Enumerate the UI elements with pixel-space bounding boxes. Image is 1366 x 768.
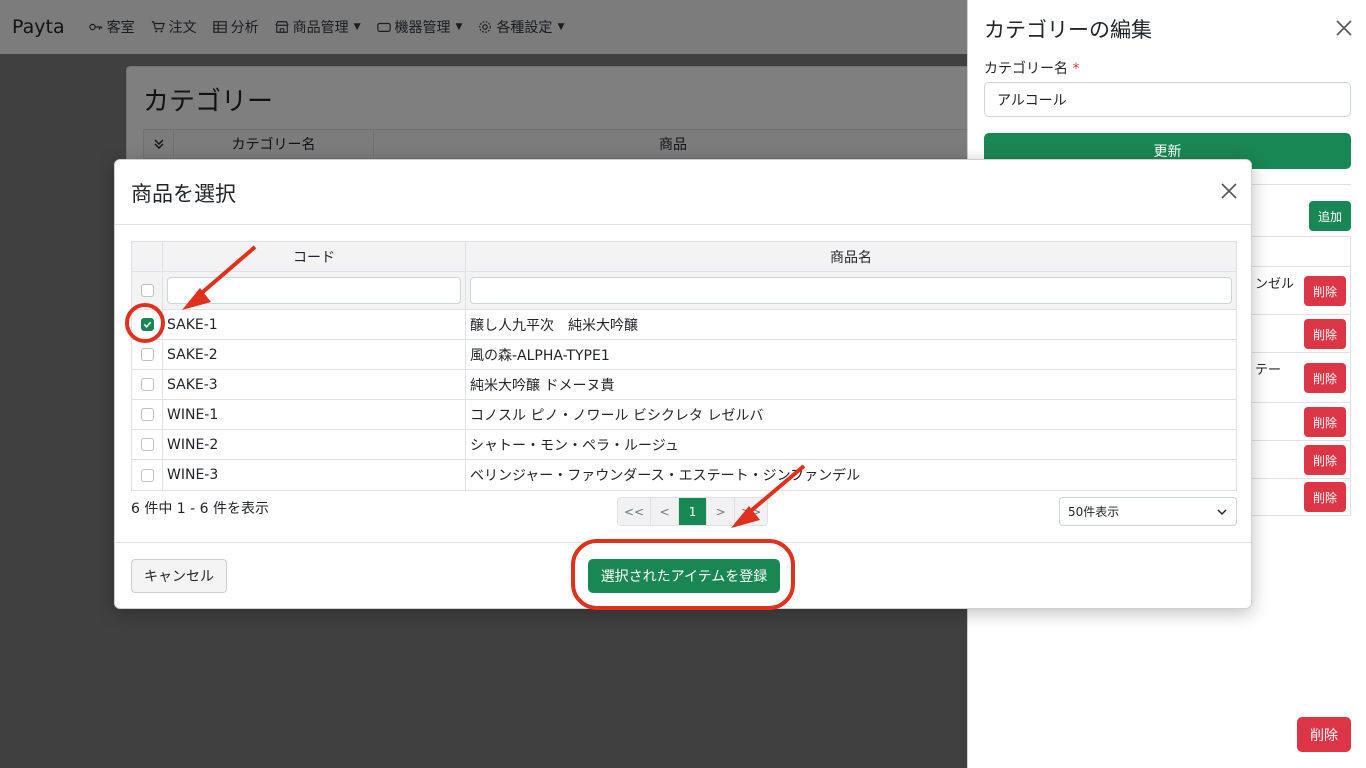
product-name: ンゼル (1255, 277, 1295, 292)
register-selected-button[interactable]: 選択されたアイテムを登録 (588, 559, 780, 593)
table-row[interactable]: WINE-1 コノスル ピノ・ノワール ビシクレタ レゼルバ (132, 400, 1236, 430)
product-code: SAKE-3 (163, 370, 466, 399)
divider (115, 542, 1251, 543)
table-row[interactable]: SAKE-2 風の森-ALPHA-TYPE1 (132, 340, 1236, 370)
row-checkbox[interactable] (140, 348, 154, 361)
results-summary: 6 件中 1 - 6 件を表示 (131, 501, 270, 517)
close-icon[interactable] (1334, 18, 1354, 38)
select-all-checkbox[interactable] (140, 284, 154, 297)
delete-button[interactable]: 削除 (1304, 407, 1346, 437)
table-row[interactable]: WINE-2 シャトー・モン・ペラ・ルージュ (132, 430, 1236, 460)
column-product-name[interactable]: 商品名 (466, 242, 1236, 271)
column-code[interactable]: コード (163, 242, 466, 271)
next-page-button[interactable]: > (707, 498, 736, 525)
filter-row (132, 272, 1236, 310)
product-code: SAKE-1 (163, 310, 466, 339)
row-checkbox[interactable] (140, 378, 154, 391)
row-checkbox[interactable] (140, 438, 154, 451)
prev-page-button[interactable]: < (651, 498, 680, 525)
delete-button[interactable]: 削除 (1304, 363, 1346, 393)
chevron-down-icon (1217, 508, 1227, 515)
category-name-input[interactable]: アルコール (984, 82, 1351, 117)
category-name-label: カテゴリー名 * (984, 58, 1079, 78)
row-checkbox[interactable] (140, 468, 154, 482)
product-name: 純米大吟醸 ドメーヌ貴 (470, 377, 615, 394)
table-row[interactable]: SAKE-3 純米大吟醸 ドメーヌ貴 (132, 370, 1236, 400)
product-code: WINE-1 (163, 400, 466, 429)
code-filter-input[interactable] (167, 277, 461, 304)
product-name: テー (1255, 363, 1282, 378)
page-size-value: 50件表示 (1068, 505, 1120, 519)
table-header: コード 商品名 (132, 242, 1236, 272)
last-page-button[interactable]: >> (735, 498, 768, 525)
product-code: WINE-3 (163, 460, 466, 490)
page-size-select[interactable]: 50件表示 (1059, 497, 1237, 526)
table-row[interactable]: SAKE-1 醸し人九平次 純米大吟醸 (132, 310, 1236, 340)
product-name: ベリンジャー・ファウンダース・エステート・ジンファンデル (470, 468, 861, 484)
products-table: コード 商品名 SAKE-1 醸し人九平次 純米大吟醸 SAKE-2 風の森-A… (131, 241, 1237, 491)
name-filter-input[interactable] (470, 277, 1232, 304)
pagination: << < 1 > >> (617, 497, 769, 526)
row-checkbox[interactable] (140, 408, 154, 421)
first-page-button[interactable]: << (618, 498, 652, 525)
product-code: SAKE-2 (163, 340, 466, 369)
add-product-button[interactable]: 追加 (1309, 201, 1351, 231)
checkmark-icon (143, 321, 151, 328)
panel-title: カテゴリーの編集 (984, 18, 1152, 42)
modal-title: 商品を選択 (131, 182, 236, 206)
select-products-modal: 商品を選択 コード 商品名 SAKE-1 醸し人九平次 純米大吟醸 SAKE-2… (114, 159, 1252, 609)
delete-category-button[interactable]: 削除 (1297, 717, 1351, 752)
row-checkbox-checked[interactable] (140, 318, 154, 331)
divider (115, 224, 1251, 225)
delete-button[interactable]: 削除 (1304, 319, 1346, 349)
product-code: WINE-2 (163, 430, 466, 459)
product-name: 風の森-ALPHA-TYPE1 (470, 347, 610, 364)
label-text: カテゴリー名 (984, 61, 1068, 77)
header-select-cell (132, 242, 163, 271)
required-mark: * (1072, 61, 1080, 77)
table-row[interactable]: WINE-3 ベリンジャー・ファウンダース・エステート・ジンファンデル (132, 460, 1236, 490)
delete-button[interactable]: 削除 (1304, 482, 1346, 512)
current-page-button[interactable]: 1 (679, 498, 708, 525)
close-icon[interactable] (1219, 181, 1239, 201)
product-name: シャトー・モン・ペラ・ルージュ (470, 437, 679, 454)
cancel-button[interactable]: キャンセル (131, 559, 227, 593)
product-name: コノスル ピノ・ノワール ビシクレタ レゼルバ (470, 407, 764, 424)
delete-button[interactable]: 削除 (1304, 445, 1346, 475)
product-name: 醸し人九平次 純米大吟醸 (470, 317, 638, 334)
delete-button[interactable]: 削除 (1304, 276, 1346, 306)
